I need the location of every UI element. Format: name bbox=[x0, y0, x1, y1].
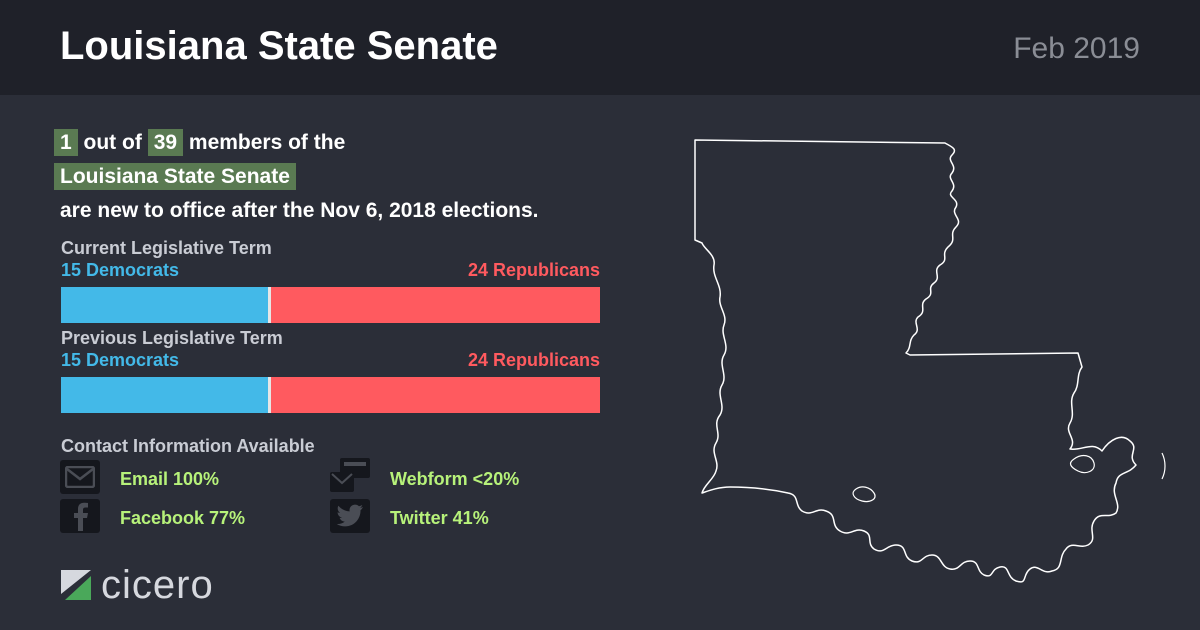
current-republicans-label: 24 Republicans bbox=[467, 260, 600, 280]
page-title: Louisiana State Senate bbox=[60, 24, 498, 68]
webform-stat: Webform <20% bbox=[390, 469, 520, 489]
date-label: Feb 2019 bbox=[1013, 32, 1140, 65]
previous-term-label: Previous Legislative Term bbox=[61, 328, 283, 348]
out-of-text: out of bbox=[83, 131, 142, 154]
previous-term-bar bbox=[61, 377, 600, 413]
current-term-label: Current Legislative Term bbox=[61, 238, 272, 258]
headline: 1 out of 39 members of the Louisiana Sta… bbox=[54, 126, 674, 228]
contact-info-title: Contact Information Available bbox=[61, 436, 315, 456]
cicero-logo-mark bbox=[61, 570, 91, 600]
webform-icon bbox=[330, 458, 370, 494]
previous-democrats-segment bbox=[61, 377, 269, 413]
current-democrats-label: 15 Democrats bbox=[61, 260, 180, 280]
state-outline bbox=[694, 139, 1137, 583]
coastal-marsh bbox=[852, 486, 876, 503]
previous-democrats-label: 15 Democrats bbox=[61, 350, 180, 370]
previous-republicans-label: 24 Republicans bbox=[467, 350, 600, 370]
members-text: members of the bbox=[188, 131, 346, 154]
logo-wordmark: cicero bbox=[101, 563, 214, 607]
cicero-logo: cicero bbox=[61, 565, 214, 605]
facebook-icon bbox=[60, 499, 100, 533]
twitter-stat: Twitter 41% bbox=[390, 508, 489, 528]
chandeleur-islands bbox=[1161, 452, 1166, 480]
previous-republicans-segment bbox=[271, 377, 600, 413]
body-name-highlight: Louisiana State Senate bbox=[54, 163, 296, 190]
email-stat: Email 100% bbox=[120, 469, 220, 489]
current-republicans-segment bbox=[271, 287, 600, 323]
louisiana-map bbox=[694, 139, 1166, 583]
total-count-highlight: 39 bbox=[147, 129, 184, 156]
facebook-stat: Facebook 77% bbox=[120, 508, 246, 528]
email-icon bbox=[60, 460, 100, 494]
headline-tail: are new to office after the Nov 6, 2018 … bbox=[60, 199, 539, 222]
coastal-island bbox=[1069, 454, 1095, 474]
new-count-highlight: 1 bbox=[54, 129, 78, 156]
twitter-icon bbox=[330, 499, 370, 533]
current-democrats-segment bbox=[61, 287, 269, 323]
current-term-bar bbox=[61, 287, 600, 323]
header-bar: Louisiana State Senate Feb 2019 bbox=[0, 0, 1200, 95]
